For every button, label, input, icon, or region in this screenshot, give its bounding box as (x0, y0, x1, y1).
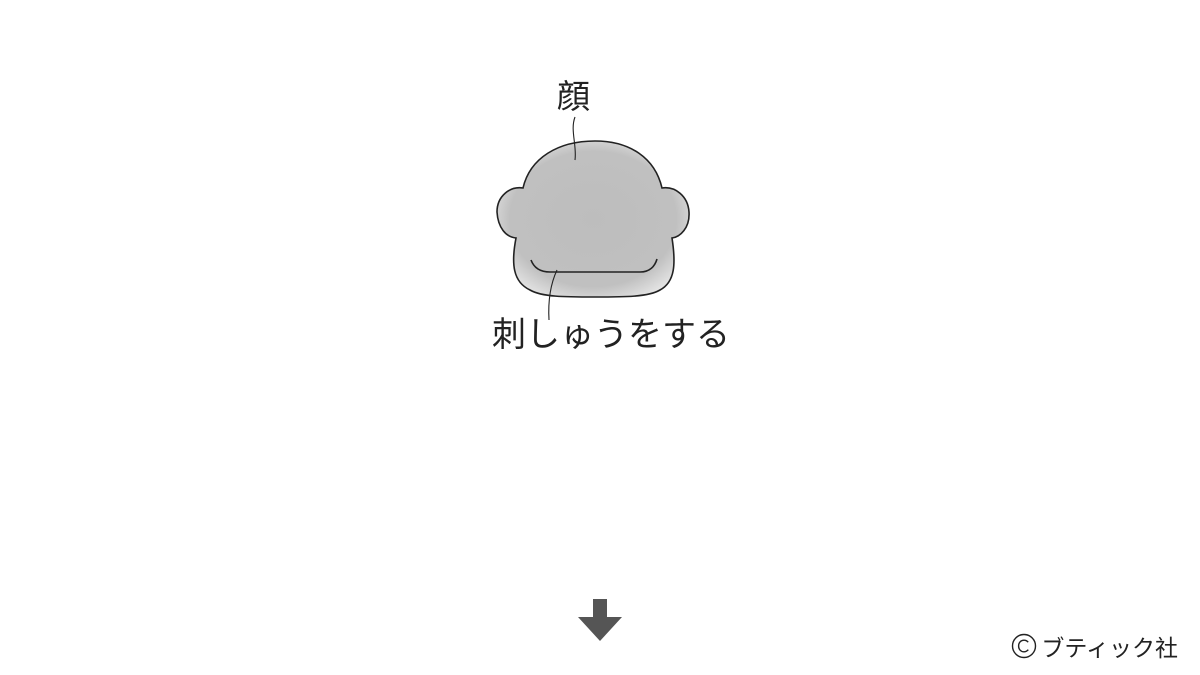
embroider-label: 刺しゅうをする (492, 315, 730, 355)
copyright-icon (1012, 633, 1037, 659)
down-arrow-icon (578, 599, 622, 641)
copyright-notice: ブティック社 (1011, 629, 1178, 663)
diagram: 顔 刺しゅうをする ブティック社 (0, 0, 1200, 675)
face-label: 顔 (557, 77, 590, 116)
copyright-text: ブティック社 (1041, 636, 1178, 662)
face-shape (496, 140, 690, 298)
